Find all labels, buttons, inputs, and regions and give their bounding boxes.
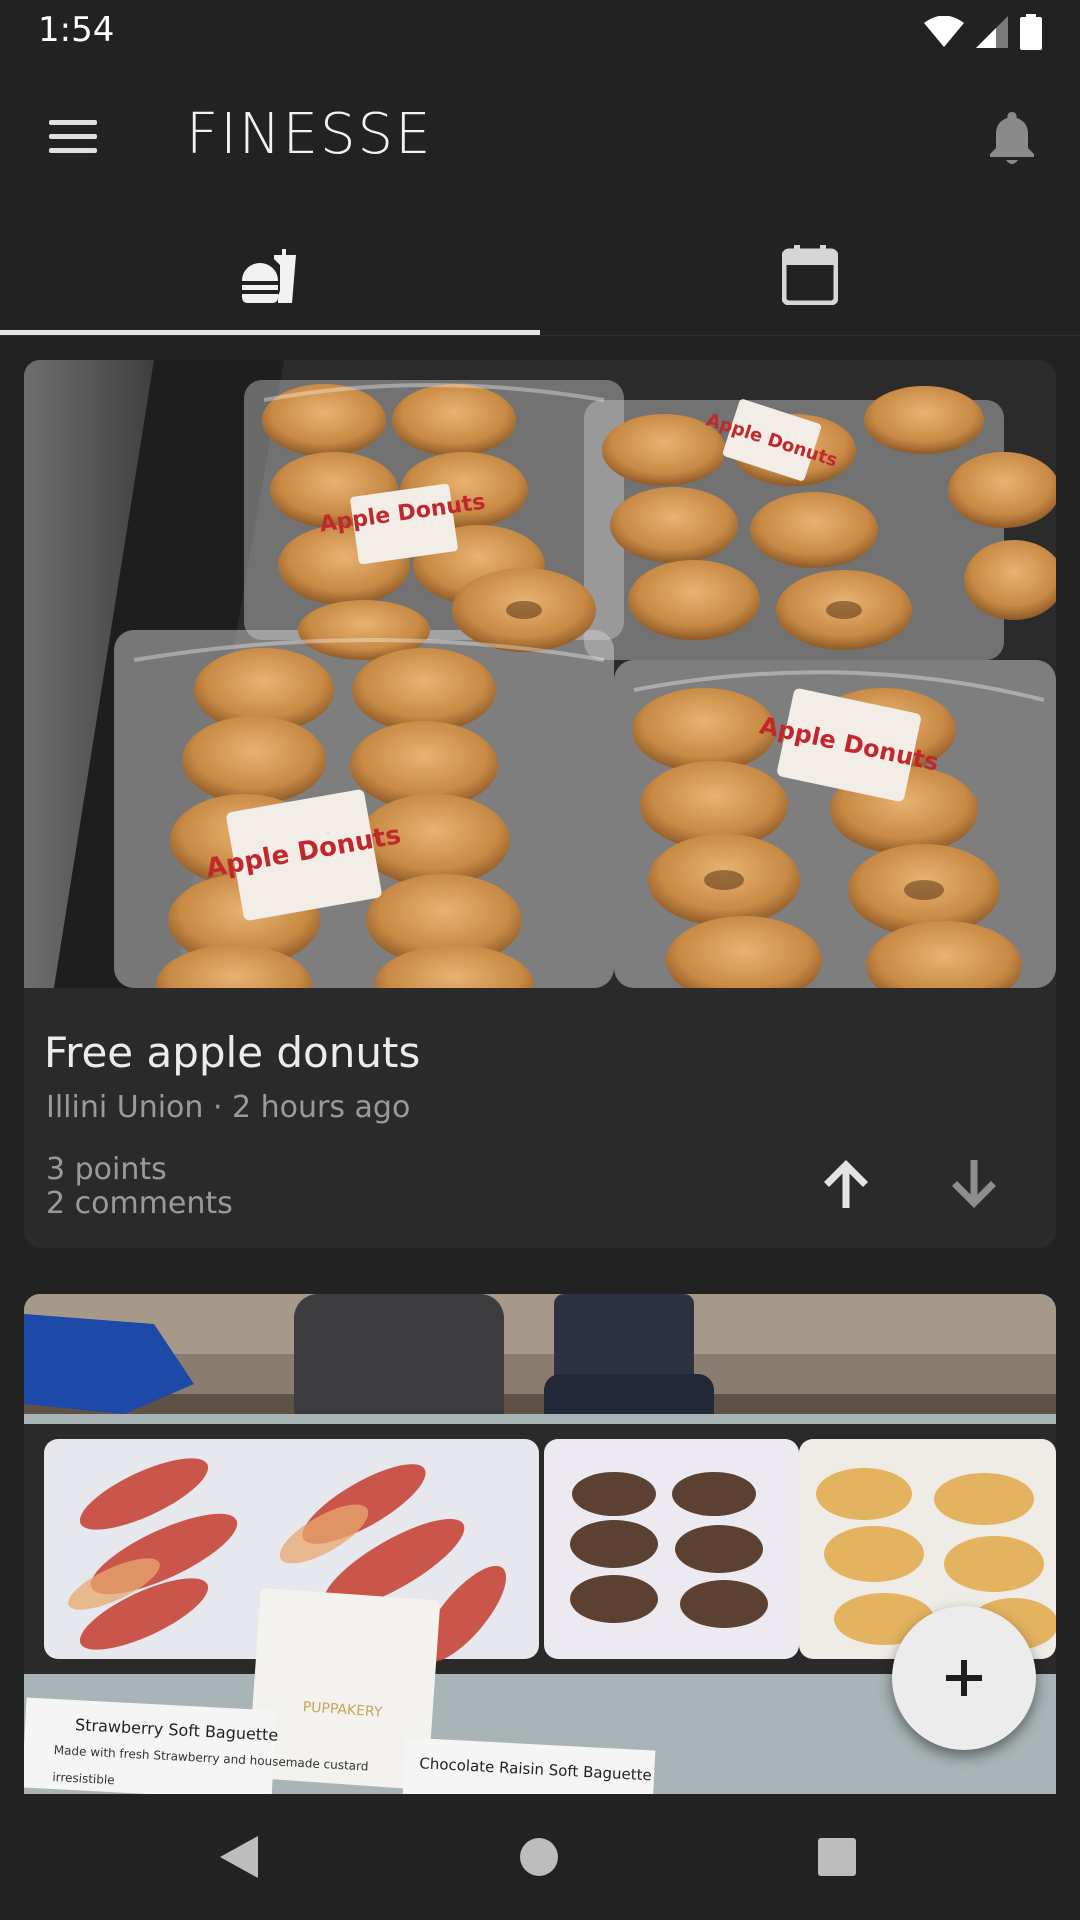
recents-square-icon: [818, 1838, 856, 1876]
add-post-button[interactable]: [892, 1606, 1036, 1750]
bell-icon: [990, 112, 1034, 164]
calendar-icon: [782, 245, 838, 305]
arrow-down-icon: [952, 1160, 996, 1208]
cell-signal-icon: [976, 16, 1008, 48]
tab-indicator: [0, 330, 540, 335]
status-icons: [924, 14, 1042, 50]
nav-home-button[interactable]: [504, 1824, 574, 1890]
app-bar: FINESSE: [0, 64, 1080, 214]
post-points: 3 points: [46, 1152, 167, 1187]
post-card[interactable]: PUPPAKERY Strawberry Soft Baguette Made …: [24, 1294, 1056, 1794]
hamburger-menu-icon: [49, 120, 97, 125]
status-bar: 1:54: [0, 0, 1080, 64]
status-time: 1:54: [38, 10, 115, 50]
wifi-icon: [924, 16, 964, 47]
system-nav-bar: [0, 1794, 1080, 1920]
downvote-button[interactable]: [942, 1152, 1006, 1216]
plus-icon: [946, 1660, 982, 1696]
post-image: PUPPAKERY Strawberry Soft Baguette Made …: [24, 1294, 1056, 1794]
tab-food[interactable]: [0, 214, 540, 336]
tab-calendar[interactable]: [540, 214, 1080, 336]
post-image: Apple Donuts Apple Donuts Apple Donuts A…: [24, 360, 1056, 988]
nav-back-button[interactable]: [204, 1824, 274, 1890]
nav-recents-button[interactable]: [802, 1824, 872, 1890]
home-circle-icon: [520, 1838, 558, 1876]
post-card[interactable]: Apple Donuts Apple Donuts Apple Donuts A…: [24, 360, 1056, 1248]
battery-icon: [1020, 14, 1042, 50]
menu-button[interactable]: [44, 112, 104, 162]
fastfood-icon: [242, 247, 296, 303]
post-location-time: Illini Union · 2 hours ago: [46, 1090, 411, 1125]
post-comments[interactable]: 2 comments: [46, 1186, 233, 1221]
back-triangle-icon: [220, 1836, 258, 1878]
arrow-up-icon: [824, 1160, 868, 1208]
tab-bar: [0, 214, 1080, 336]
post-title: Free apple donuts: [44, 1028, 421, 1077]
post-feed[interactable]: Apple Donuts Apple Donuts Apple Donuts A…: [0, 336, 1080, 1794]
app-title: FINESSE: [186, 102, 433, 167]
notifications-button[interactable]: [982, 106, 1042, 172]
upvote-button[interactable]: [814, 1152, 878, 1216]
